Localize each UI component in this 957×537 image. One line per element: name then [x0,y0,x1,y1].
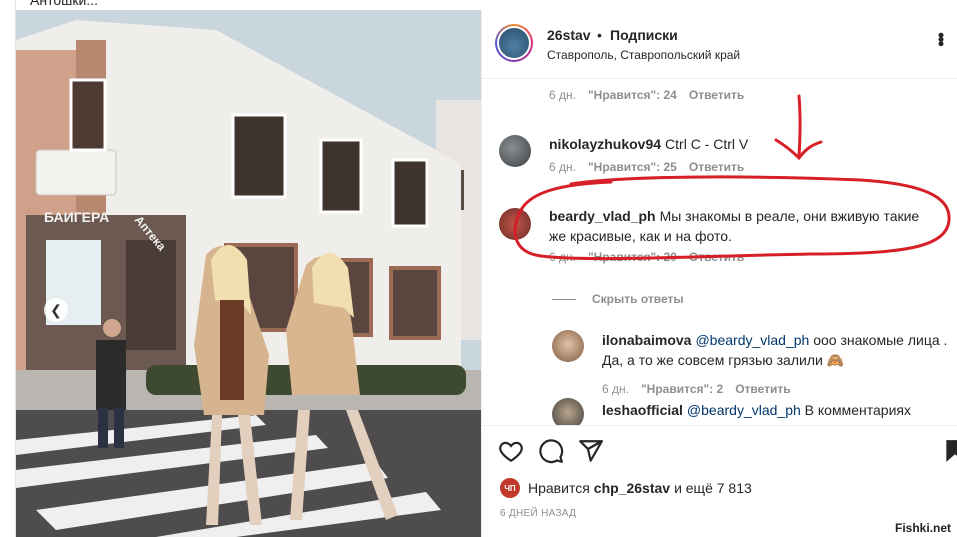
reply-avatar[interactable] [552,398,584,425]
comment-icon[interactable] [538,438,564,464]
reply-meta: 6 дн. "Нравится": 2 Ответить [602,382,791,396]
comment-avatar[interactable] [499,208,531,240]
likes-summary: ЧП Нравится chp_26stav и ещё 7 813 [500,478,752,498]
bookmark-icon[interactable] [942,438,957,464]
more-dots-icon[interactable]: ••• [931,32,951,45]
separator-dot: • [597,27,602,43]
reply-button[interactable]: Ответить [735,382,790,396]
reply-text: leshaofficial @beardy_vlad_ph В комментар… [602,402,911,418]
post-photo[interactable]: БАИГЕРА Аптека ❮ [16,10,481,537]
chevron-left-icon: ❮ [50,301,62,318]
likes-count[interactable]: "Нравится": 2 [641,382,723,396]
comment-meta: 6 дн. "Нравится": 24 Ответить [549,88,745,102]
post-header: 26stav • Подписки Ставрополь, Ставрополь… [482,10,957,79]
svg-text:БАИГЕРА: БАИГЕРА [44,209,109,225]
reply-avatar[interactable] [552,330,584,362]
likes-count[interactable]: "Нравится": 25 [588,160,677,174]
reply-text: ilonabaimova @beardy_vlad_ph ооо знакомые… [602,332,948,368]
comment-avatar[interactable] [499,135,531,167]
comment-username[interactable]: nikolayzhukov94 [549,136,661,152]
action-bar [482,425,957,485]
comment-username[interactable]: beardy_vlad_ph [549,208,656,224]
cropped-title: Антошки... [30,0,98,8]
carousel-prev-button[interactable]: ❮ [44,298,68,322]
following-button[interactable]: Подписки [610,27,678,43]
likes-count[interactable]: "Нравится": 24 [588,88,677,102]
reply-button[interactable]: Ответить [689,88,744,102]
author-avatar[interactable] [495,24,533,62]
liker-avatar[interactable]: ЧП [500,478,520,498]
post-panel: 26stav • Подписки Ставрополь, Ставрополь… [481,10,957,537]
reply-button[interactable]: Ответить [689,250,744,264]
post-date: 6 ДНЕЙ НАЗАД [500,508,577,519]
likes-others-link[interactable]: и ещё 7 813 [674,480,752,496]
watermark: Fishki.net [892,521,953,535]
mention-link[interactable]: @beardy_vlad_ph [695,332,809,348]
share-icon[interactable] [578,438,604,464]
comments-list[interactable]: 6 дн. "Нравится": 24 Ответить nikolayzhuko… [482,80,957,425]
location-link[interactable]: Ставрополь, Ставропольский край [547,48,740,62]
hide-replies-button[interactable]: Скрыть ответы [552,292,684,306]
mention-link[interactable]: @beardy_vlad_ph [687,402,801,418]
reply-button[interactable]: Ответить [689,160,744,174]
liker-username[interactable]: chp_26stav [594,480,670,496]
comment-meta: 6 дн. "Нравится": 20 Ответить [549,250,745,264]
reply-username[interactable]: ilonabaimova [602,332,691,348]
left-gutter [0,0,16,537]
comment-text: beardy_vlad_ph Мы знакомы в реале, они вж… [549,208,920,244]
likes-count[interactable]: "Нравится": 20 [588,250,677,264]
comment-text: nikolayzhukov94 Ctrl C - Ctrl V [549,136,749,152]
heart-icon[interactable] [498,438,524,464]
reply-username[interactable]: leshaofficial [602,402,683,418]
comment-meta: 6 дн. "Нравится": 25 Ответить [549,160,745,174]
street-scene-image: БАИГЕРА Аптека [16,10,481,537]
author-username[interactable]: 26stav [547,27,591,43]
divider-line [552,298,576,300]
